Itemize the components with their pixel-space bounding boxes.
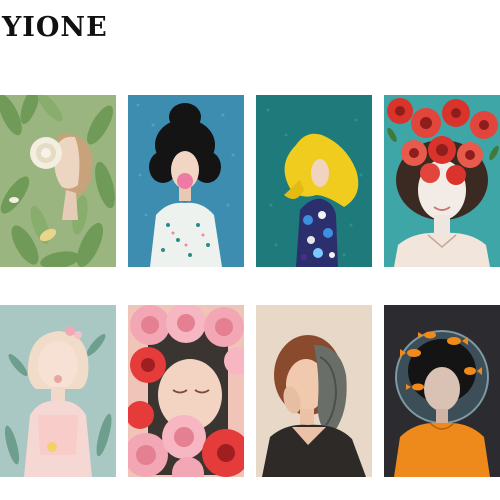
art-print-1-image: [0, 95, 116, 267]
art-print-4[interactable]: [384, 95, 500, 267]
art-print-2[interactable]: [128, 95, 244, 267]
art-print-5-image: [0, 305, 116, 477]
brand-logo: YIONE: [2, 12, 108, 43]
art-print-6[interactable]: [128, 305, 244, 477]
art-print-5[interactable]: [0, 305, 116, 477]
art-print-7[interactable]: [256, 305, 372, 477]
art-print-7-image: [256, 305, 372, 477]
art-print-1[interactable]: [0, 95, 116, 267]
art-print-3-image: [256, 95, 372, 267]
art-print-4-image: [384, 95, 500, 267]
art-print-8-image: [384, 305, 500, 477]
art-print-2-image: [128, 95, 244, 267]
art-print-6-image: [128, 305, 244, 477]
art-print-8[interactable]: [384, 305, 500, 477]
art-print-3[interactable]: [256, 95, 372, 267]
